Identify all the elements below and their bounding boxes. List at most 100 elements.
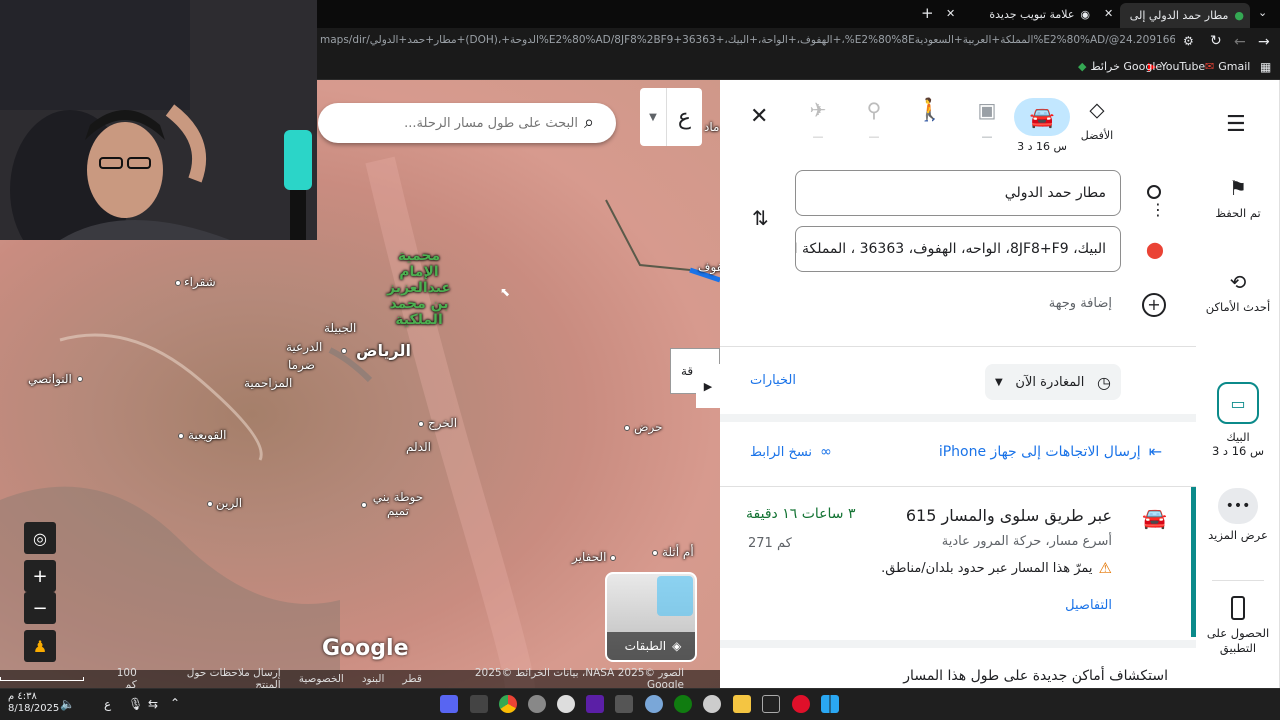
- volume-icon[interactable]: 🔈: [60, 697, 75, 711]
- language-indicator[interactable]: ع: [104, 697, 111, 711]
- map-label-kharj: الخرج: [428, 416, 458, 430]
- origin-field[interactable]: مطار حمد الدولي: [795, 170, 1121, 216]
- car-icon: ▭: [1217, 382, 1259, 424]
- mode-best[interactable]: ⬦ الأفضل: [1070, 98, 1124, 142]
- warning-icon: ⚠: [1098, 559, 1112, 577]
- file-explorer-icon[interactable]: [733, 695, 751, 713]
- map-dot: [361, 502, 367, 508]
- map-dot: [418, 421, 424, 427]
- bookmark-gmail[interactable]: ✉ Gmail: [1205, 60, 1250, 73]
- plus-icon: +: [32, 565, 48, 587]
- tab-list-button[interactable]: ⌄: [1258, 6, 1274, 22]
- xbox-icon[interactable]: [674, 695, 692, 713]
- gmail-icon: ✉: [1205, 60, 1215, 73]
- tab-close-icon[interactable]: ✕: [1104, 7, 1113, 20]
- tab-active[interactable]: ● مطار حمد الدولي إلى البيك - خرائ: [1120, 3, 1250, 28]
- editor-icon[interactable]: [615, 695, 633, 713]
- zoom-in-button[interactable]: +: [24, 560, 56, 592]
- footer-terms[interactable]: البنود: [362, 673, 385, 685]
- layers-thumbnail: [657, 576, 693, 616]
- rail-more[interactable]: ••• عرض المزيد: [1196, 488, 1280, 542]
- search-app-icon[interactable]: [703, 695, 721, 713]
- mode-car[interactable]: 🚘 3 س 16 د: [1014, 98, 1070, 153]
- mic-icon[interactable]: 🎙: [128, 697, 143, 711]
- tab-newtab[interactable]: ◉ علامة تبويب جديدة: [990, 3, 1090, 25]
- mode-flight[interactable]: ✈ —: [791, 98, 845, 143]
- map-label-quwaiya: القويعية: [188, 428, 227, 442]
- url-field[interactable]: maps/dir/مطار+حمد+الدولي+(DOH)،+الدوحة%E…: [320, 34, 1175, 52]
- app-icon-arrow[interactable]: [470, 695, 488, 713]
- new-tab-button[interactable]: +: [921, 4, 934, 22]
- swap-icon[interactable]: ⇅: [752, 206, 769, 230]
- google-logo: Google: [322, 636, 409, 661]
- my-location-button[interactable]: ◎: [24, 522, 56, 554]
- pegman-icon: ♟: [32, 636, 48, 656]
- pegman-button[interactable]: ♟: [24, 630, 56, 662]
- app-icon-circle[interactable]: [528, 695, 546, 713]
- mode-best-label: الأفضل: [1080, 129, 1114, 142]
- settings-icon[interactable]: [645, 695, 663, 713]
- capcut-icon[interactable]: [762, 695, 780, 713]
- send-to-phone-label: إرسال الاتجاهات إلى جهاز iPhone: [938, 443, 1141, 460]
- apps-icon[interactable]: ▦: [1260, 60, 1271, 74]
- collapse-panel-button[interactable]: ▶: [696, 364, 720, 408]
- map-label-harad: حرض: [634, 420, 663, 434]
- footer-privacy[interactable]: الخصوصية: [299, 673, 344, 685]
- send-to-phone-button[interactable]: ⇤ إرسال الاتجاهات إلى جهاز iPhone: [920, 442, 1162, 461]
- add-destination-icon[interactable]: +: [1142, 293, 1166, 317]
- close-directions-button[interactable]: ✕: [750, 104, 768, 129]
- route-search-input[interactable]: [330, 113, 578, 133]
- options-link[interactable]: الخيارات: [750, 373, 796, 388]
- language-button[interactable]: ع: [666, 88, 702, 146]
- footer-qatar[interactable]: قطر: [402, 673, 421, 685]
- depart-now-dropdown[interactable]: ◷ المغادرة الآن ▼: [985, 364, 1121, 400]
- rail-recent[interactable]: ⟲ أحدث الأماكن: [1196, 270, 1280, 314]
- mode-car-label: 3 س 16 د: [1017, 140, 1067, 153]
- discord-icon[interactable]: [440, 695, 458, 713]
- bookmark-icon: ⚑: [1229, 176, 1247, 200]
- mode-transit[interactable]: ▣ —: [960, 98, 1014, 143]
- route-search-box[interactable]: ⌕: [318, 103, 616, 143]
- mode-walk[interactable]: 🚶: [903, 98, 957, 129]
- forward-icon[interactable]: ←: [1234, 34, 1246, 50]
- route-car-icon: 🚘: [1142, 506, 1167, 530]
- network-icon[interactable]: ⇆: [148, 697, 158, 711]
- chrome-icon: ◉: [1080, 7, 1090, 21]
- windows-start-icon[interactable]: [821, 695, 839, 713]
- mode-flight-label: —: [812, 130, 824, 143]
- copy-link-label: نسخ الرابط: [750, 444, 813, 460]
- route-details-link[interactable]: التفاصيل: [1040, 598, 1112, 613]
- phone-icon: [1231, 596, 1245, 620]
- clock[interactable]: ٤:٣٨ م 8/18/2025: [8, 691, 59, 715]
- map-label-umm-athla: أم أثلة: [662, 545, 694, 559]
- rail-place[interactable]: ▭ البيك 3 س 16 د: [1196, 382, 1280, 458]
- menu-icon[interactable]: ☰: [1226, 112, 1246, 137]
- next-icon[interactable]: [586, 695, 604, 713]
- back-icon[interactable]: →: [1258, 34, 1270, 50]
- chevron-down-icon[interactable]: ▼: [640, 88, 666, 146]
- rail-get-app-label: الحصول على التطبيق: [1206, 626, 1270, 655]
- map-label-nawasi: النوانصي: [28, 372, 72, 386]
- search-icon[interactable]: ⌕: [584, 112, 594, 133]
- reload-icon[interactable]: ↻: [1210, 33, 1222, 49]
- bike-icon: ⚲: [866, 98, 882, 122]
- add-destination-label[interactable]: إضافة وجهة: [1020, 296, 1112, 311]
- section-divider: [720, 640, 1196, 648]
- mode-bike[interactable]: ⚲ —: [847, 98, 901, 143]
- tab-close-icon[interactable]: ✕: [946, 7, 955, 20]
- zoom-out-button[interactable]: −: [24, 592, 56, 624]
- rail-get-app[interactable]: الحصول على التطبيق: [1196, 596, 1280, 656]
- layers-button[interactable]: ◈ الطبقات: [605, 572, 697, 662]
- rail-more-label: عرض المزيد: [1208, 528, 1268, 542]
- obs-icon[interactable]: [557, 695, 575, 713]
- rail-saved[interactable]: ⚑ تم الحفظ: [1196, 176, 1280, 220]
- map-footer: الصور ©2025 NASA، بيانات الخرائط ©2025 G…: [0, 667, 720, 691]
- destination-field[interactable]: البيك، 8JF8+F9، الواحه، الهفوف، 36363 ، …: [795, 226, 1121, 272]
- tray-expand-icon[interactable]: ⌃: [170, 696, 180, 710]
- opera-icon[interactable]: [792, 695, 810, 713]
- bookmark-maps[interactable]: ◆ خرائط Google: [1078, 60, 1162, 73]
- chrome-icon[interactable]: [499, 695, 517, 713]
- copy-link-button[interactable]: ∞ نسخ الرابط: [750, 444, 832, 460]
- site-settings-icon[interactable]: ⚙: [1183, 34, 1194, 48]
- input-tools-button[interactable]: ▼ ع: [640, 88, 702, 146]
